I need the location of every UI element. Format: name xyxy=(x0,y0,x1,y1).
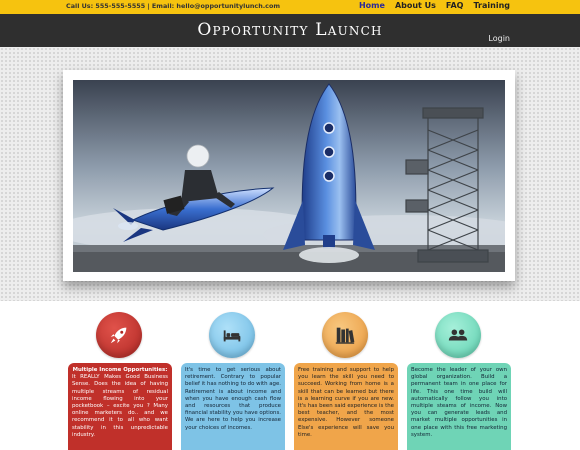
feature-card-1: Multiple Income Opportunities: It REALLY… xyxy=(68,363,172,450)
nav-home[interactable]: Home xyxy=(359,1,385,10)
users-icon xyxy=(448,329,468,341)
feature-card-text: Become the leader of your own global org… xyxy=(411,367,507,438)
feature-card-2: It's time to get serious about retiremen… xyxy=(181,363,285,450)
feature-card-4: Become the leader of your own global org… xyxy=(407,363,511,450)
contact-info: Call Us: 555-555-5555 | Email: hello@opp… xyxy=(66,2,281,10)
top-bar: Call Us: 555-555-5555 | Email: hello@opp… xyxy=(0,0,580,14)
hero-image xyxy=(73,80,505,272)
bed-icon xyxy=(223,330,241,342)
nav-about-us[interactable]: About Us xyxy=(395,1,436,10)
feature-card-3: Free training and support to help you le… xyxy=(294,363,398,450)
top-nav: Home About Us FAQ Training xyxy=(359,1,510,10)
feature-card-text: It REALLY Makes Good Business Sense. Doe… xyxy=(72,374,168,438)
nav-training[interactable]: Training xyxy=(473,1,510,10)
feature-card-text: Free training and support to help you le… xyxy=(298,367,394,438)
login-link[interactable]: Login xyxy=(488,34,510,43)
feature-icon-circle-2 xyxy=(209,312,255,358)
site-header: Opportunity Launch Login xyxy=(0,14,580,47)
books-icon xyxy=(335,327,355,344)
rocket-icon xyxy=(110,327,127,344)
feature-card-text: It's time to get serious about retiremen… xyxy=(185,367,281,431)
feature-card-title: Multiple Income Opportunities: xyxy=(72,367,168,373)
feature-icon-circle-1 xyxy=(96,312,142,358)
nav-faq[interactable]: FAQ xyxy=(446,1,464,10)
feature-icon-circle-3 xyxy=(322,312,368,358)
feature-icon-circle-4 xyxy=(435,312,481,358)
